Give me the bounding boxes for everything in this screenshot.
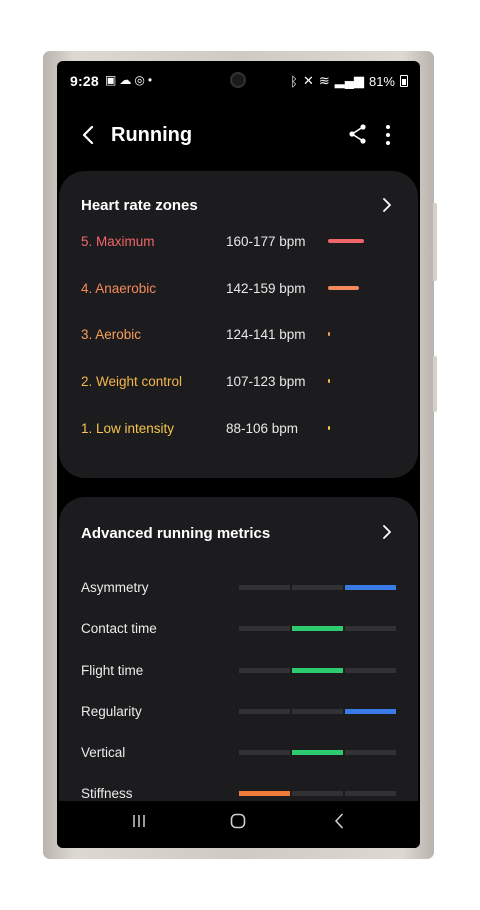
metric-row-vertical: Vertical	[81, 745, 396, 765]
metric-segment-low	[239, 585, 290, 590]
page-title: Running	[111, 124, 193, 146]
chevron-right-icon[interactable]	[380, 525, 394, 539]
battery-level: 81%	[368, 73, 395, 89]
signal-icon: ▂▄▆	[334, 73, 364, 88]
cloud-icon: ☁	[119, 73, 135, 87]
chevron-right-icon[interactable]	[380, 198, 394, 212]
heart-rate-zones-title: Heart rate zones	[81, 197, 198, 214]
zone-row-aerobic: 3. Aerobic 124-141 bpm	[81, 327, 398, 347]
metric-segment-mid	[292, 709, 343, 714]
status-bar: 9:28 ▣☁◎• ᛒ ✕ ≋ ▂▄▆ 81%	[57, 61, 420, 99]
metric-label: Stiffness	[81, 786, 133, 801]
heart-rate-zones-card[interactable]: Heart rate zones 5. Maximum 160-177 bpm …	[59, 171, 418, 478]
metric-segment-high	[345, 585, 396, 590]
power-button	[433, 356, 437, 412]
metric-segment-high	[345, 750, 396, 755]
zone-bar	[328, 286, 359, 290]
battery-icon	[400, 75, 408, 87]
zone-range: 88-106 bpm	[226, 421, 299, 436]
bluetooth-icon: ᛒ	[290, 73, 298, 89]
gallery-icon: ▣	[105, 73, 120, 87]
recent-apps-icon[interactable]	[131, 813, 147, 829]
metric-segment-low	[239, 791, 290, 796]
more-options-icon[interactable]	[383, 123, 393, 147]
metric-segment-high	[345, 668, 396, 673]
zone-row-low-intensity: 1. Low intensity 88-106 bpm	[81, 421, 398, 441]
volume-button	[433, 203, 437, 281]
status-time: 9:28	[70, 73, 99, 89]
metric-segment-mid	[292, 750, 343, 755]
zone-bar	[328, 332, 330, 336]
mute-icon: ✕	[302, 73, 314, 88]
metric-segment-high	[345, 791, 396, 796]
metric-label: Regularity	[81, 704, 142, 719]
zone-label: 2. Weight control	[81, 374, 183, 389]
app-header: Running	[57, 119, 420, 159]
home-icon[interactable]	[230, 813, 246, 829]
zone-range: 142-159 bpm	[226, 281, 306, 296]
metric-row-asymmetry: Asymmetry	[81, 580, 396, 600]
metric-segment-mid	[292, 626, 343, 631]
metric-segment-mid	[292, 585, 343, 590]
metric-label: Flight time	[81, 663, 144, 678]
zone-row-anaerobic: 4. Anaerobic 142-159 bpm	[81, 281, 398, 301]
metric-label: Asymmetry	[81, 580, 149, 595]
share-icon[interactable]	[347, 123, 369, 145]
metric-segment-low	[239, 626, 290, 631]
zone-label: 3. Aerobic	[81, 327, 142, 342]
zone-range: 124-141 bpm	[226, 327, 306, 342]
metric-segment-mid	[292, 668, 343, 673]
zone-bar	[328, 379, 330, 383]
phone-screen: 9:28 ▣☁◎• ᛒ ✕ ≋ ▂▄▆ 81% Running Heart ra…	[57, 61, 420, 848]
metric-segment-high	[345, 626, 396, 631]
zone-label: 5. Maximum	[81, 234, 155, 249]
metric-segment-high	[345, 709, 396, 714]
sync-icon: ◎	[134, 73, 148, 87]
metric-segment-low	[239, 668, 290, 673]
notification-icons: ▣☁◎•	[105, 73, 155, 87]
system-navigation-bar	[57, 801, 420, 848]
nav-back-icon[interactable]	[333, 813, 345, 829]
zone-row-weight-control: 2. Weight control 107-123 bpm	[81, 374, 398, 394]
zone-label: 1. Low intensity	[81, 421, 175, 436]
wifi-icon: ≋	[318, 73, 330, 88]
zone-row-maximum: 5. Maximum 160-177 bpm	[81, 234, 398, 254]
zone-bar	[328, 239, 364, 243]
metric-label: Contact time	[81, 621, 157, 636]
zone-range: 160-177 bpm	[226, 234, 306, 249]
zone-bar	[328, 426, 330, 430]
more-notifications-icon: •	[147, 73, 156, 87]
back-arrow-icon[interactable]	[81, 125, 95, 145]
metric-row-flight-time: Flight time	[81, 663, 396, 683]
metric-segment-low	[239, 709, 290, 714]
zone-label: 4. Anaerobic	[81, 281, 157, 296]
zone-range: 107-123 bpm	[226, 374, 306, 389]
metric-row-contact-time: Contact time	[81, 621, 396, 641]
metric-row-regularity: Regularity	[81, 704, 396, 724]
metric-segment-mid	[292, 791, 343, 796]
metric-segment-low	[239, 750, 290, 755]
status-right: ᛒ ✕ ≋ ▂▄▆ 81%	[290, 73, 408, 89]
advanced-metrics-title: Advanced running metrics	[81, 525, 271, 542]
front-camera	[230, 72, 246, 88]
advanced-running-metrics-card[interactable]: Advanced running metrics Asymmetry Conta…	[59, 497, 418, 827]
metric-label: Vertical	[81, 745, 126, 760]
